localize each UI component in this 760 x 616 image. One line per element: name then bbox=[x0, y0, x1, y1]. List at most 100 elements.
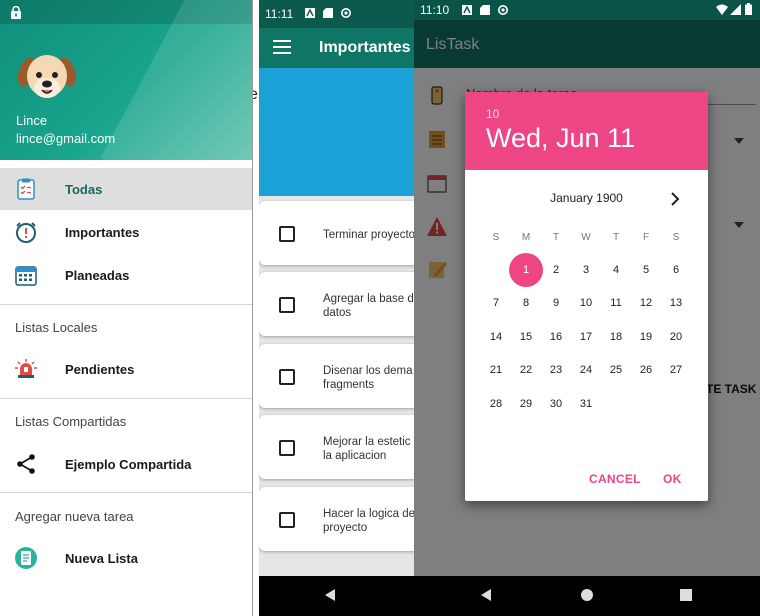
section-title-agregar: Agregar nueva tarea bbox=[15, 509, 134, 524]
section-title-compartidas: Listas Compartidas bbox=[15, 414, 127, 429]
calendar-day[interactable]: 8 bbox=[511, 295, 541, 311]
drawer-item-label: Nueva Lista bbox=[65, 550, 138, 566]
task-title: Disenar los dema bbox=[323, 365, 413, 377]
status-time: 11:10 bbox=[420, 3, 450, 17]
weekday-header: T bbox=[552, 232, 560, 243]
task-card[interactable]: Agregar la base d datos bbox=[259, 272, 414, 336]
task-card[interactable]: Disenar los dema fragments bbox=[259, 344, 414, 408]
calendar-day[interactable]: 10 bbox=[571, 295, 601, 311]
calendar-day[interactable]: 22 bbox=[511, 362, 541, 378]
share-icon bbox=[17, 454, 35, 474]
weekday-header: S bbox=[672, 232, 680, 243]
header-banner bbox=[259, 68, 414, 196]
list-screen: 11:11 Importantes Terminar proyecto Agre… bbox=[259, 0, 414, 616]
drawer-item-nueva-lista[interactable]: Nueva Lista bbox=[0, 537, 252, 579]
calendar-day[interactable]: 1 bbox=[511, 262, 541, 278]
task-title: Terminar proyecto bbox=[323, 229, 414, 241]
calendar-day[interactable]: 15 bbox=[511, 329, 541, 345]
calendar-day[interactable]: 11 bbox=[601, 295, 631, 311]
dog-avatar-icon bbox=[17, 55, 77, 98]
signal-icon bbox=[730, 4, 741, 15]
year-label[interactable]: 10 bbox=[486, 107, 499, 121]
weekday-header: M bbox=[521, 232, 531, 243]
task-checkbox[interactable] bbox=[279, 440, 295, 456]
drawer-item-label: Ejemplo Compartida bbox=[65, 456, 192, 472]
calendar-day[interactable]: 27 bbox=[661, 362, 691, 378]
chevron-right-icon[interactable] bbox=[669, 192, 681, 206]
calendar-day[interactable]: 25 bbox=[601, 362, 631, 378]
calendar-day[interactable]: 2 bbox=[541, 262, 571, 278]
task-title-line2: proyecto bbox=[323, 522, 368, 534]
navigation-drawer: Lince lince@gmail.com Todas Importantes bbox=[0, 0, 253, 616]
calendar-day[interactable]: 16 bbox=[541, 329, 571, 345]
wifi-icon bbox=[716, 4, 728, 15]
task-checkbox[interactable] bbox=[279, 226, 295, 242]
task-checkbox[interactable] bbox=[279, 512, 295, 528]
task-card[interactable]: Terminar proyecto bbox=[259, 201, 414, 265]
calendar-day[interactable]: 12 bbox=[631, 295, 661, 311]
calendar-day[interactable]: 14 bbox=[481, 329, 511, 345]
status-bar: 11:11 bbox=[259, 0, 414, 28]
calendar-icon bbox=[15, 266, 37, 286]
calendar-day[interactable]: 19 bbox=[631, 329, 661, 345]
user-name: Lince bbox=[16, 113, 48, 128]
drawer-item-importantes[interactable]: Importantes bbox=[0, 211, 252, 253]
calendar-day[interactable]: 20 bbox=[661, 329, 691, 345]
home-icon[interactable] bbox=[580, 588, 594, 602]
notification-a-icon bbox=[305, 8, 315, 18]
calendar-day[interactable]: 17 bbox=[571, 329, 601, 345]
calendar-day[interactable]: 24 bbox=[571, 362, 601, 378]
back-icon[interactable] bbox=[323, 588, 337, 602]
system-nav-bar bbox=[259, 576, 414, 616]
cancel-button[interactable]: CANCEL bbox=[589, 472, 641, 486]
create-task-screen: 11:10 LisTask Nombre de la tarea TE TASK… bbox=[414, 0, 760, 616]
calendar-day[interactable]: 5 bbox=[631, 262, 661, 278]
sd-card-icon bbox=[323, 8, 333, 18]
task-title-line2: datos bbox=[323, 307, 352, 319]
task-title: Mejorar la estetic bbox=[323, 436, 411, 448]
task-checkbox[interactable] bbox=[279, 369, 295, 385]
calendar-day[interactable]: 30 bbox=[541, 396, 571, 412]
calendar-day[interactable]: 3 bbox=[571, 262, 601, 278]
task-title-line2: fragments bbox=[323, 379, 375, 391]
calendar-day[interactable]: 21 bbox=[481, 362, 511, 378]
calendar-day[interactable]: 26 bbox=[631, 362, 661, 378]
ok-button[interactable]: OK bbox=[663, 472, 682, 486]
task-card[interactable]: Hacer la logica de proyecto bbox=[259, 487, 414, 551]
calendar-day[interactable]: 6 bbox=[661, 262, 691, 278]
status-bar bbox=[0, 0, 252, 24]
drawer-item-ejemplo-compartida[interactable]: Ejemplo Compartida bbox=[0, 443, 252, 485]
calendar-day[interactable]: 7 bbox=[481, 295, 511, 311]
calendar-day[interactable]: 23 bbox=[541, 362, 571, 378]
sd-card-icon bbox=[480, 5, 490, 15]
weekday-header: S bbox=[492, 232, 500, 243]
calendar-day[interactable]: 28 bbox=[481, 396, 511, 412]
notification-a-icon bbox=[462, 5, 472, 15]
date-picker-dialog: 10 Wed, Jun 11 January 1900 SMTWTFS 1234… bbox=[465, 92, 708, 501]
task-checkbox[interactable] bbox=[279, 297, 295, 313]
date-picker-header: 10 Wed, Jun 11 bbox=[465, 92, 708, 170]
drawer-item-label: Importantes bbox=[65, 224, 140, 240]
task-card[interactable]: Mejorar la estetic la aplicacion bbox=[259, 415, 414, 479]
sync-icon bbox=[341, 8, 351, 18]
system-nav-bar bbox=[414, 576, 760, 616]
calendar-day[interactable]: 31 bbox=[571, 396, 601, 412]
recents-icon[interactable] bbox=[680, 589, 692, 601]
calendar-day[interactable]: 13 bbox=[661, 295, 691, 311]
calendar-day[interactable]: 18 bbox=[601, 329, 631, 345]
weekday-header: F bbox=[642, 232, 650, 243]
back-icon[interactable] bbox=[479, 588, 493, 602]
clipboard-icon bbox=[17, 178, 35, 200]
calendar-day[interactable]: 29 bbox=[511, 396, 541, 412]
drawer-item-todas[interactable]: Todas bbox=[0, 168, 252, 210]
weekday-header: T bbox=[612, 232, 620, 243]
battery-icon bbox=[745, 3, 752, 15]
sync-icon bbox=[498, 5, 508, 15]
drawer-item-pendientes[interactable]: Pendientes bbox=[0, 348, 252, 390]
divider bbox=[0, 304, 252, 305]
calendar-day[interactable]: 9 bbox=[541, 295, 571, 311]
drawer-item-planeadas[interactable]: Planeadas bbox=[0, 254, 252, 296]
divider bbox=[0, 492, 252, 493]
hamburger-menu-icon[interactable] bbox=[273, 40, 291, 54]
calendar-day[interactable]: 4 bbox=[601, 262, 631, 278]
